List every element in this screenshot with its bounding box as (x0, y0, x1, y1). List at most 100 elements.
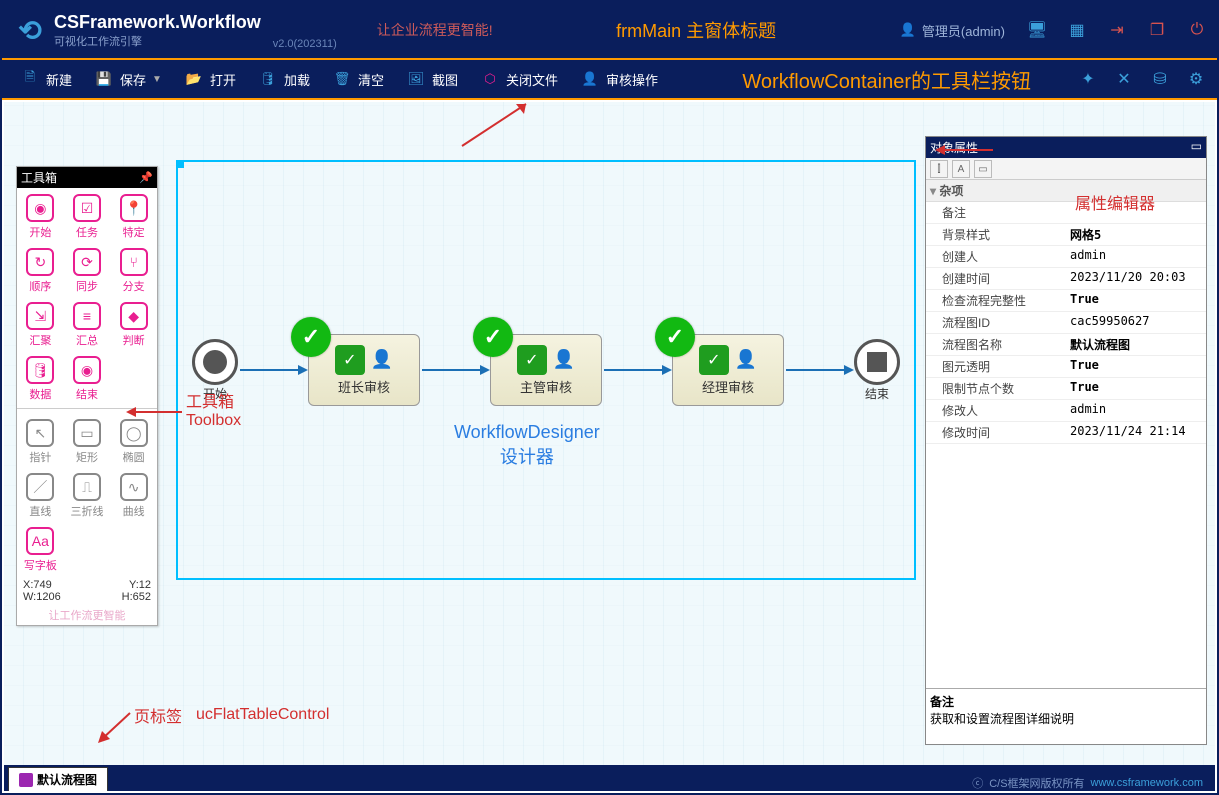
tool-icon: ⎍ (73, 473, 101, 501)
website-link[interactable]: www.csframework.com (1091, 777, 1203, 789)
task-node-1[interactable]: ✓ ✓👤 班长审核 (308, 334, 420, 406)
audit-button[interactable]: 👤审核操作 (570, 63, 666, 95)
tool-icon: 📍 (120, 194, 148, 222)
property-value: 2023/11/20 20:03 (1066, 268, 1206, 289)
window-title: frmMain 主窗体标题 (493, 17, 900, 43)
tool-icon: ◯ (120, 419, 148, 447)
load-button[interactable]: 🛢加载 (248, 63, 318, 95)
gear-icon[interactable]: ⚙ (1183, 66, 1209, 92)
app-title: CSFramework.Workflow (54, 12, 261, 33)
copy-icon[interactable]: ❐ (1145, 18, 1169, 42)
title-bar: ⟲ CSFramework.Workflow 可视化工作流引擎 v2.0(202… (2, 2, 1217, 58)
sort-az-icon[interactable]: A (952, 160, 970, 178)
toolbox-item-汇总[interactable]: ≡汇总 (64, 296, 111, 350)
property-row[interactable]: 限制节点个数True (926, 378, 1206, 400)
task-node-2[interactable]: ✓ ✓👤 主管审核 (490, 334, 602, 406)
tool-label: 结束 (76, 386, 98, 402)
start-node[interactable]: 开始 (192, 339, 238, 402)
tab-default-workflow[interactable]: 默认流程图 (8, 767, 108, 791)
property-row[interactable]: 修改时间2023/11/24 21:14 (926, 422, 1206, 444)
property-header: 对象属性 ▭ (926, 137, 1206, 158)
tool-label: 汇聚 (29, 332, 51, 348)
property-value: admin (1066, 246, 1206, 267)
annotation-arrow-toolbar (454, 102, 534, 152)
property-row[interactable]: 流程图IDcac59950627 (926, 312, 1206, 334)
property-row[interactable]: 修改人admin (926, 400, 1206, 422)
toolbox-item-开始[interactable]: ◉开始 (17, 188, 64, 242)
property-category[interactable]: 杂项 (926, 180, 1206, 202)
toolbox-item-曲线[interactable]: ∿曲线 (110, 467, 157, 521)
tool-icon: ⇲ (26, 302, 54, 330)
sort-cat-icon[interactable]: ⫿ (930, 160, 948, 178)
toolbox-item-判断[interactable]: ◆ 判断 (110, 296, 157, 350)
designer-canvas[interactable]: 开始 ✓ ✓👤 班长审核 ✓ ✓👤 主管审核 (176, 160, 916, 580)
tool-icon: ↖ (26, 419, 54, 447)
user-area[interactable]: 👤 管理员(admin) (900, 21, 1005, 40)
collapse-icon[interactable]: ▭ (1191, 139, 1202, 156)
screenshot-button[interactable]: 🖼截图 (396, 63, 466, 95)
toolbox-item-直线[interactable]: ／直线 (17, 467, 64, 521)
close-file-button[interactable]: ⬡关闭文件 (470, 63, 566, 95)
pin-icon[interactable]: 📌 (139, 171, 153, 184)
end-node[interactable]: 结束 (854, 339, 900, 402)
toolbox-item-写字板[interactable]: Aa写字板 (17, 521, 64, 575)
tab-icon (19, 773, 33, 787)
property-row[interactable]: 流程图名称默认流程图 (926, 334, 1206, 356)
tool-label: 直线 (29, 503, 51, 519)
toolbox-item-特定[interactable]: 📍特定 (110, 188, 157, 242)
property-row[interactable]: 创建人admin (926, 246, 1206, 268)
property-row[interactable]: 检查流程完整性True (926, 290, 1206, 312)
grid-icon[interactable]: ▦ (1065, 18, 1089, 42)
toolbox-item-矩形[interactable]: ▭矩形 (64, 413, 111, 467)
arrow (604, 369, 670, 371)
arrow (786, 369, 852, 371)
app-logo-icon: ⟲ (10, 10, 50, 50)
property-row[interactable]: 备注 (926, 202, 1206, 224)
property-row[interactable]: 背景样式网格5 (926, 224, 1206, 246)
property-key: 图元透明 (926, 356, 1066, 377)
tool-icon: ◆ (120, 302, 148, 330)
image-icon: 🖼 (404, 67, 428, 91)
import-icon[interactable]: ⇥ (1105, 18, 1129, 42)
prop-page-icon[interactable]: ▭ (974, 160, 992, 178)
toolbox-item-三折线[interactable]: ⎍三折线 (64, 467, 111, 521)
property-key: 创建时间 (926, 268, 1066, 289)
designer-annotation: WorkflowDesigner 设计器 (454, 422, 600, 469)
toolbox-item-顺序[interactable]: ↻顺序 (17, 242, 64, 296)
tool-label: 判断 (123, 332, 145, 348)
toolbox-header: 工具箱 📌 (17, 167, 157, 188)
main-toolbar: 🗎新建 💾保存▼ 📂打开 🛢加载 🗑清空 🖼截图 ⬡关闭文件 👤审核操作 Wor… (2, 58, 1217, 100)
toolbox-coords: X:749Y:12 W:1206H:652 (17, 575, 157, 607)
exit-icon[interactable]: ⏻ (1185, 18, 1209, 42)
nodes-icon[interactable]: ✦ (1075, 66, 1101, 92)
toolbox-item-任务[interactable]: ☑任务 (64, 188, 111, 242)
tool-label: 椭圆 (123, 449, 145, 465)
new-button[interactable]: 🗎新建 (10, 63, 80, 95)
open-button[interactable]: 📂打开 (174, 63, 244, 95)
toolbox-item-椭圆[interactable]: ◯ 椭圆 (110, 413, 157, 467)
property-key: 流程图名称 (926, 334, 1066, 355)
tab-annotation: 页标签 ucFlatTableControl (134, 703, 329, 727)
toolbox-item-分支[interactable]: ⑂分支 (110, 242, 157, 296)
tool-icon: ∿ (120, 473, 148, 501)
property-row[interactable]: 图元透明True (926, 356, 1206, 378)
tools-icon[interactable]: ✕ (1111, 66, 1137, 92)
clear-button[interactable]: 🗑清空 (322, 63, 392, 95)
task-node-label: 班长审核 (338, 377, 390, 396)
tool-label: 顺序 (29, 278, 51, 294)
monitor-icon[interactable]: 🖥 (1025, 18, 1049, 42)
property-key: 检查流程完整性 (926, 290, 1066, 311)
toolbox-item-结束[interactable]: ◉结束 (64, 350, 111, 404)
save-button[interactable]: 💾保存▼ (84, 63, 170, 95)
check-icon: ✓ (473, 317, 513, 357)
toolbox-item-数据[interactable]: 🛢数据 (17, 350, 64, 404)
toolbox-item-汇聚[interactable]: ⇲ 汇聚 (17, 296, 64, 350)
toolbox-item-同步[interactable]: ⟳同步 (64, 242, 111, 296)
toolbox-item-指针[interactable]: ↖指针 (17, 413, 64, 467)
db-settings-icon[interactable]: ⛁ (1147, 66, 1173, 92)
property-row[interactable]: 创建时间2023/11/20 20:03 (926, 268, 1206, 290)
folder-open-icon: 📂 (182, 67, 206, 91)
property-footer: 备注 获取和设置流程图详细说明 (926, 688, 1206, 744)
task-node-3[interactable]: ✓ ✓👤 经理审核 (672, 334, 784, 406)
main-area: 开始 ✓ ✓👤 班长审核 ✓ ✓👤 主管审核 (4, 102, 1215, 765)
